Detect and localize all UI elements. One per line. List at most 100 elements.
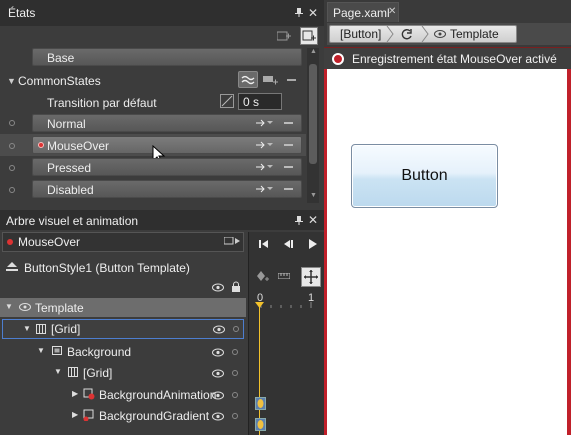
document-tab[interactable]: Page.xaml ✕ xyxy=(327,2,399,22)
state-row-normal[interactable]: Normal xyxy=(32,114,302,132)
state-row-mouseover[interactable]: MouseOver xyxy=(32,136,302,154)
timeline-selector[interactable]: MouseOver xyxy=(2,232,244,252)
keyframe-background-animation[interactable] xyxy=(255,397,266,410)
visual-tree-panel: Arbre visuel et animation ✕ MouseOver Bu… xyxy=(0,210,325,435)
artboard: Button xyxy=(324,69,567,435)
tree-row-template[interactable]: ▼ Template xyxy=(0,298,246,317)
lock-dot[interactable] xyxy=(232,392,238,398)
tree-label-grid: [Grid] xyxy=(51,322,81,336)
expand-icon[interactable]: ▼ xyxy=(37,346,45,355)
scroll-down-icon[interactable]: ▼ xyxy=(310,192,317,199)
close-icon[interactable]: ✕ xyxy=(308,6,318,20)
breadcrumb-item-button[interactable]: [Button] xyxy=(340,27,381,41)
pin-icon[interactable] xyxy=(294,7,304,17)
close-icon[interactable]: ✕ xyxy=(308,213,318,227)
tree-label-inner-grid: [Grid] xyxy=(83,366,113,380)
visibility-eye-icon[interactable] xyxy=(212,391,224,400)
state-row-disabled[interactable]: Disabled xyxy=(32,180,302,198)
grid-icon xyxy=(36,324,46,334)
visibility-eye-icon[interactable] xyxy=(212,369,224,378)
expand-icon[interactable]: ▶ xyxy=(72,410,78,419)
pin-icon[interactable] xyxy=(294,215,304,225)
grid-icon xyxy=(68,367,78,377)
tree-row-inner-grid[interactable]: ▼ [Grid] xyxy=(0,363,246,382)
keyframe-background-gradient[interactable] xyxy=(255,418,266,431)
go-to-start-icon[interactable] xyxy=(259,239,269,249)
state-row-base[interactable]: Base xyxy=(32,48,302,66)
return-scope-icon[interactable] xyxy=(401,28,413,40)
tree-label-background-animation: BackgroundAnimation xyxy=(99,388,217,402)
remove-group-icon[interactable] xyxy=(287,79,296,81)
chevron-right-icon xyxy=(386,26,394,42)
snapping-toggle[interactable] xyxy=(301,267,321,287)
states-panel-header: États ✕ xyxy=(0,0,324,26)
breadcrumb: [Button] Template xyxy=(327,23,571,45)
playhead-handle-icon[interactable] xyxy=(255,302,264,308)
timeline-options-icon[interactable] xyxy=(224,237,242,247)
state-label-normal: Normal xyxy=(47,117,86,131)
artboard-right-border xyxy=(567,69,571,435)
group-expand-icon[interactable]: ▼ xyxy=(7,76,16,86)
scope-label: ButtonStyle1 (Button Template) xyxy=(24,261,190,275)
recording-bar: Enregistrement état MouseOver activé xyxy=(324,47,571,70)
scroll-up-icon[interactable]: ▲ xyxy=(310,48,317,55)
state-label-base: Base xyxy=(47,51,75,65)
visibility-eye-icon[interactable] xyxy=(212,348,224,357)
playhead[interactable] xyxy=(259,302,260,435)
add-transition-icon[interactable] xyxy=(263,74,279,86)
expand-icon[interactable]: ▶ xyxy=(72,389,78,398)
state-row-controls[interactable] xyxy=(255,161,295,173)
transition-effect-icon[interactable] xyxy=(238,71,258,88)
tree-label-background-gradient: BackgroundGradient xyxy=(99,409,210,423)
visual-tree-header: Arbre visuel et animation ✕ xyxy=(0,210,324,230)
lock-dot[interactable] xyxy=(232,413,238,419)
recording-icon[interactable] xyxy=(332,53,344,65)
scrollbar-thumb[interactable] xyxy=(309,64,317,164)
add-state-group-icon[interactable] xyxy=(277,30,291,42)
states-scrollbar[interactable]: ▲ ▼ xyxy=(307,48,319,203)
visibility-eye-icon[interactable] xyxy=(212,412,224,421)
expand-icon[interactable]: ▼ xyxy=(5,302,13,311)
scope-up-icon[interactable] xyxy=(5,262,19,272)
visibility-eye-icon[interactable] xyxy=(213,325,225,334)
state-indicator-pressed[interactable] xyxy=(9,165,15,171)
tree-row-background-gradient[interactable]: ▶ BackgroundGradient xyxy=(0,406,246,425)
lock-dot[interactable] xyxy=(233,326,239,332)
state-indicator-disabled[interactable] xyxy=(9,187,15,193)
lock-dot[interactable] xyxy=(232,370,238,376)
recording-status: Enregistrement état MouseOver activé xyxy=(352,52,557,66)
breadcrumb-item-template[interactable]: Template xyxy=(450,27,499,41)
previous-frame-icon[interactable] xyxy=(283,239,293,249)
tree-row-background[interactable]: ▼ Background xyxy=(0,342,246,361)
state-label-disabled: Disabled xyxy=(47,183,94,197)
state-row-controls[interactable] xyxy=(255,183,295,195)
state-row-controls[interactable] xyxy=(255,139,295,151)
transition-label: Transition par défaut xyxy=(47,96,157,110)
tab-close-icon[interactable]: ✕ xyxy=(388,6,396,17)
document-tab-label: Page.xaml xyxy=(333,6,390,20)
tree-row-grid[interactable]: ▼ [Grid] xyxy=(2,319,244,339)
tree-row-background-animation[interactable]: ▶ BackgroundAnimation xyxy=(0,385,246,404)
lock-column-icon[interactable] xyxy=(231,281,241,292)
timeline-name: MouseOver xyxy=(18,235,81,249)
state-row-pressed[interactable]: Pressed xyxy=(32,158,302,176)
play-icon[interactable] xyxy=(308,238,318,250)
document-area: Page.xaml ✕ [Button] Template Enregistre… xyxy=(324,0,571,435)
easing-icon[interactable] xyxy=(220,94,234,108)
expand-icon[interactable]: ▼ xyxy=(54,367,62,376)
tree-label-background: Background xyxy=(67,345,132,359)
tree-label-template: Template xyxy=(35,301,84,315)
timeline-zoom-icon[interactable] xyxy=(278,273,290,279)
state-indicator-mouseover[interactable] xyxy=(9,143,15,149)
state-indicator-normal[interactable] xyxy=(9,120,15,126)
eye-column-icon[interactable] xyxy=(212,283,224,292)
states-add-button[interactable] xyxy=(300,27,318,45)
record-keyframe-icon[interactable] xyxy=(255,270,269,283)
preview-button[interactable]: Button xyxy=(351,144,498,208)
lock-dot[interactable] xyxy=(232,349,238,355)
state-label-mouseover: MouseOver xyxy=(47,139,110,153)
state-row-controls[interactable] xyxy=(255,117,295,129)
expand-icon[interactable]: ▼ xyxy=(23,324,31,333)
transition-duration-input[interactable]: 0 s xyxy=(238,93,282,110)
breadcrumb-button[interactable]: [Button] Template xyxy=(329,25,517,43)
